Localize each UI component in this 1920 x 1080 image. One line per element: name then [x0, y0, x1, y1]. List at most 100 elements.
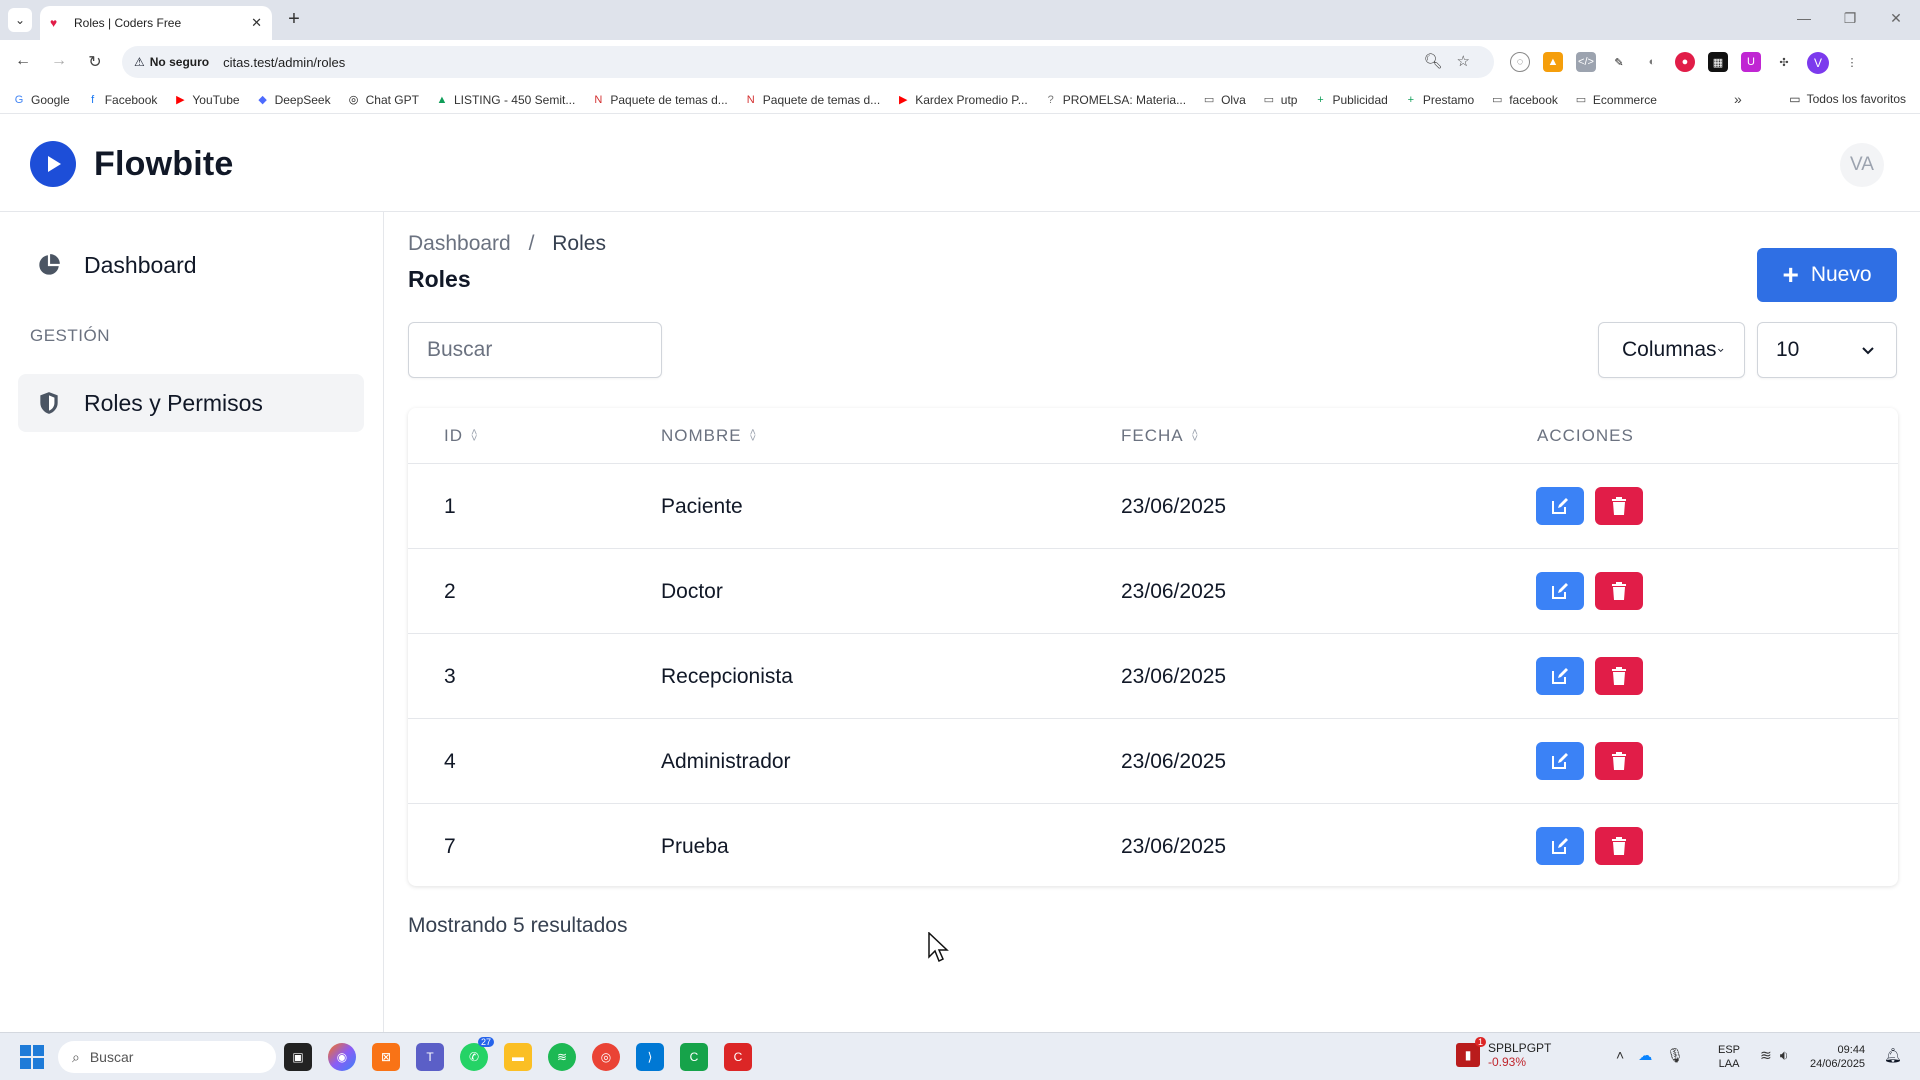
- delete-button[interactable]: [1595, 827, 1643, 865]
- whatsapp-icon[interactable]: ✆ 27: [460, 1037, 494, 1071]
- qr-code-icon[interactable]: ▦: [1708, 52, 1728, 72]
- user-avatar[interactable]: VA: [1840, 143, 1884, 187]
- extension-badge-icon[interactable]: ▲: [1543, 52, 1563, 72]
- column-header-name[interactable]: NOMBRE ˄ ˅: [661, 426, 757, 446]
- reload-icon[interactable]: ↻: [84, 52, 106, 72]
- edit-button[interactable]: [1536, 487, 1584, 525]
- edit-button[interactable]: [1536, 827, 1584, 865]
- edit-button[interactable]: [1536, 742, 1584, 780]
- delete-button[interactable]: [1595, 657, 1643, 695]
- bookmark-item[interactable]: ▶ YouTube: [173, 93, 239, 107]
- bookmark-item[interactable]: + Publicidad: [1313, 93, 1388, 107]
- sidebar-item-dashboard[interactable]: Dashboard: [18, 236, 364, 294]
- windows-start-icon[interactable]: [20, 1045, 44, 1069]
- teams-icon[interactable]: T: [416, 1043, 444, 1071]
- security-status[interactable]: No seguro: [150, 55, 209, 69]
- address-bar[interactable]: ⚠ No seguro citas.test/admin/roles 🔍︎ ☆: [122, 46, 1494, 78]
- tab-search-menu-button[interactable]: ⌄: [8, 8, 32, 32]
- edit-button[interactable]: [1536, 657, 1584, 695]
- microphone-icon[interactable]: 🎙︎: [1666, 1047, 1684, 1064]
- brand-name[interactable]: Flowbite: [94, 145, 233, 184]
- sidebar-item-roles[interactable]: Roles y Permisos: [18, 374, 364, 432]
- camtasia-red-icon[interactable]: C: [724, 1043, 752, 1071]
- new-tab-button[interactable]: +: [282, 8, 306, 32]
- restore-window-icon[interactable]: ❐: [1840, 10, 1860, 27]
- minimize-window-icon[interactable]: —: [1794, 10, 1814, 26]
- bookmark-label: Kardex Promedio P...: [915, 92, 1028, 107]
- bookmark-item[interactable]: f Facebook: [86, 93, 157, 107]
- file-explorer-icon[interactable]: ▬: [504, 1043, 532, 1071]
- delete-button[interactable]: [1595, 487, 1643, 525]
- stock-chart-icon: ▮ 1: [1456, 1037, 1486, 1067]
- url-text[interactable]: citas.test/admin/roles: [223, 55, 345, 70]
- bookmark-item[interactable]: ▭ Ecommerce: [1574, 93, 1657, 107]
- per-page-select[interactable]: 10: [1757, 322, 1897, 378]
- new-button-label: Nuevo: [1810, 263, 1872, 286]
- task-view-icon[interactable]: ▣: [284, 1043, 312, 1071]
- bookmark-item[interactable]: ▭ Olva: [1202, 93, 1246, 107]
- bookmark-favicon-icon: f: [91, 93, 95, 106]
- forward-arrow-icon[interactable]: →: [48, 52, 70, 70]
- delete-button[interactable]: [1595, 572, 1643, 610]
- bookmarks-bar: G Google f Facebook ▶ YouTube ◆ DeepSeek ◎ Chat G…: [0, 86, 1920, 114]
- back-arrow-icon[interactable]: ←: [12, 52, 34, 70]
- search-input[interactable]: [408, 322, 662, 378]
- onedrive-cloud-icon[interactable]: ☁: [1638, 1047, 1652, 1064]
- new-role-button[interactable]: + Nuevo: [1757, 248, 1897, 302]
- bookmark-item[interactable]: ▶ Kardex Promedio P...: [896, 93, 1028, 107]
- profile-avatar[interactable]: V: [1807, 52, 1829, 74]
- browser-menu-icon[interactable]: ⋮: [1842, 52, 1862, 72]
- bookmark-item[interactable]: + Prestamo: [1404, 93, 1475, 107]
- extension-chat-icon[interactable]: ◐: [1642, 52, 1662, 72]
- column-header-date[interactable]: FECHA ˄ ˅: [1121, 426, 1199, 446]
- stock-widget[interactable]: ▮ 1 SPBLPGPT -0.93%: [1456, 1037, 1551, 1069]
- bookmark-item[interactable]: ▲ LISTING - 450 Semit...: [435, 93, 576, 107]
- delete-button[interactable]: [1595, 742, 1643, 780]
- tab-close-icon[interactable]: ✕: [251, 15, 262, 31]
- edit-button[interactable]: [1536, 572, 1584, 610]
- vscode-icon[interactable]: ⟩: [636, 1043, 664, 1071]
- wifi-icon[interactable]: ≋: [1760, 1047, 1772, 1064]
- bookmark-item[interactable]: G Google: [12, 93, 70, 107]
- bookmarks-overflow-button[interactable]: »: [1734, 91, 1742, 107]
- camtasia-green-icon[interactable]: C: [680, 1043, 708, 1071]
- browser-tab-active[interactable]: ♥ Roles | Coders Free ✕: [40, 6, 272, 40]
- bookmark-label: facebook: [1509, 92, 1558, 107]
- bookmark-item[interactable]: ◎ Chat GPT: [347, 93, 419, 107]
- bookmark-label: Google: [31, 92, 70, 107]
- extension-code-icon[interactable]: </>: [1576, 52, 1596, 72]
- breadcrumb-link-dashboard[interactable]: Dashboard: [408, 232, 511, 255]
- taskbar-search[interactable]: ⌕ Buscar: [58, 1041, 276, 1073]
- language-code: ESP: [1718, 1044, 1741, 1056]
- spotify-icon[interactable]: ≋: [548, 1043, 576, 1071]
- volume-icon[interactable]: 🔉︎: [1780, 1047, 1789, 1064]
- bookmark-item[interactable]: N Paquete de temas d...: [744, 93, 880, 107]
- notification-bell-icon[interactable]: 🔔︎: [1884, 1047, 1902, 1064]
- bookmark-item[interactable]: ? PROMELSA: Materia...: [1044, 93, 1186, 107]
- copilot-icon[interactable]: ◉: [328, 1043, 356, 1071]
- bookmark-favicon-icon: ▭: [1575, 93, 1587, 106]
- flowbite-logo-icon[interactable]: [30, 141, 76, 187]
- bookmark-item[interactable]: ◆ DeepSeek: [256, 93, 330, 107]
- bookmark-item[interactable]: ▭ facebook: [1490, 93, 1558, 107]
- bookmark-item[interactable]: N Paquete de temas d...: [591, 93, 727, 107]
- column-header-id[interactable]: ID ˄ ˅: [444, 426, 478, 446]
- language-indicator[interactable]: ESP LAA: [1718, 1043, 1740, 1071]
- adblock-icon[interactable]: ●: [1675, 52, 1695, 72]
- bookmark-item[interactable]: ▭ utp: [1262, 93, 1298, 107]
- column-header-label: FECHA: [1121, 426, 1184, 445]
- all-bookmarks-folder[interactable]: ▭ Todos los favoritos: [1789, 92, 1906, 106]
- zoom-icon[interactable]: 🔍︎: [1424, 52, 1443, 70]
- eyedropper-icon[interactable]: ✎: [1609, 52, 1629, 72]
- chevron-up-icon[interactable]: ˄: [1616, 1047, 1624, 1064]
- extension-icon[interactable]: ◌: [1510, 52, 1530, 72]
- xampp-icon[interactable]: ⊠: [372, 1043, 400, 1071]
- bookmark-favicon-icon: ◎: [348, 93, 359, 106]
- system-clock[interactable]: 09:44 24/06/2025: [1810, 1043, 1865, 1071]
- columns-dropdown[interactable]: Columnas: [1598, 322, 1745, 378]
- extensions-puzzle-icon[interactable]: ✣: [1774, 52, 1794, 72]
- close-window-icon[interactable]: ✕: [1886, 10, 1906, 27]
- bookmark-star-icon[interactable]: ☆: [1457, 52, 1470, 70]
- chrome-icon[interactable]: ◎: [592, 1043, 620, 1071]
- ublock-icon[interactable]: U: [1741, 52, 1761, 72]
